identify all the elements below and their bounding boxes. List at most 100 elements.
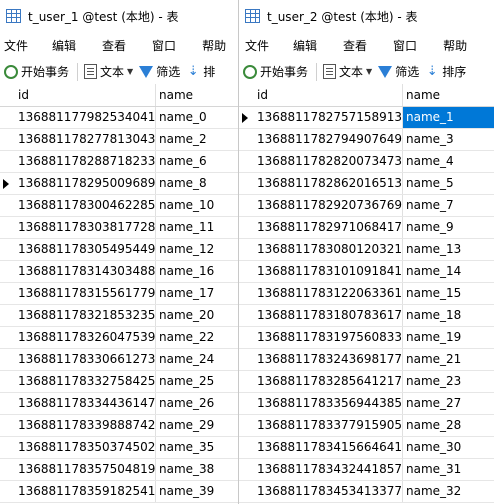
row-indicator[interactable]: [0, 459, 12, 480]
table-row[interactable]: 1368811783306612738 name_24: [0, 349, 238, 371]
cell-id[interactable]: 1368811783432441857: [251, 459, 403, 480]
table-row[interactable]: 1368811783143034882 name_16: [0, 261, 238, 283]
cell-name[interactable]: name_28: [403, 415, 494, 436]
table-row[interactable]: 1368811782757158913 name_1: [239, 107, 494, 129]
row-indicator[interactable]: [0, 437, 12, 458]
table-row[interactable]: 1368811782794907649 name_3: [239, 129, 494, 151]
cell-name[interactable]: name_8: [156, 173, 238, 194]
cell-id[interactable]: 1368811782757158913: [251, 107, 403, 128]
cell-id[interactable]: 1368811783143034882: [12, 261, 156, 282]
row-indicator[interactable]: [239, 415, 251, 436]
cell-id[interactable]: 1368811782920736769: [251, 195, 403, 216]
cell-id[interactable]: 1368811783243698177: [251, 349, 403, 370]
row-indicator[interactable]: [239, 371, 251, 392]
cell-name[interactable]: name_4: [403, 151, 494, 172]
row-indicator[interactable]: [239, 151, 251, 172]
table-row[interactable]: 1368811783004622850 name_10: [0, 195, 238, 217]
cell-name[interactable]: name_14: [403, 261, 494, 282]
cell-name[interactable]: name_1: [403, 107, 494, 128]
cell-name[interactable]: name_39: [156, 481, 238, 502]
cell-id[interactable]: 1368811782794907649: [251, 129, 403, 150]
cell-id[interactable]: 1368811783080120321: [251, 239, 403, 260]
row-indicator[interactable]: [239, 459, 251, 480]
cell-name[interactable]: name_27: [403, 393, 494, 414]
menu-edit[interactable]: 编辑: [293, 37, 317, 54]
cell-name[interactable]: name_24: [156, 349, 238, 370]
table-row[interactable]: 1368811782920736769 name_7: [239, 195, 494, 217]
begin-transaction-button[interactable]: 开始事务: [243, 63, 308, 80]
filter-button[interactable]: 筛选: [378, 63, 419, 80]
table-row[interactable]: 1368811782820073473 name_4: [239, 151, 494, 173]
table-row[interactable]: 1368811783197560833 name_19: [239, 327, 494, 349]
row-indicator[interactable]: [239, 129, 251, 150]
row-indicator[interactable]: [239, 217, 251, 238]
cell-name[interactable]: name_23: [403, 371, 494, 392]
menu-file[interactable]: 文件: [245, 37, 269, 54]
cell-id[interactable]: 1368811783356944385: [251, 393, 403, 414]
table-row[interactable]: 1368811782862016513 name_5: [239, 173, 494, 195]
cell-id[interactable]: 1368811782778130434: [12, 129, 156, 150]
cell-name[interactable]: name_6: [156, 151, 238, 172]
table-row[interactable]: 1368811783180783617 name_18: [239, 305, 494, 327]
table-row[interactable]: 1368811783327584258 name_25: [0, 371, 238, 393]
table-row[interactable]: 1368811782887182338 name_6: [0, 151, 238, 173]
row-indicator[interactable]: [239, 349, 251, 370]
cell-name[interactable]: name_21: [403, 349, 494, 370]
row-indicator[interactable]: [0, 393, 12, 414]
row-indicator[interactable]: [0, 129, 12, 150]
row-indicator[interactable]: [0, 305, 12, 326]
table-row[interactable]: 1368811782971068417 name_9: [239, 217, 494, 239]
menu-view[interactable]: 查看: [102, 37, 126, 54]
row-indicator[interactable]: [239, 327, 251, 348]
row-indicator[interactable]: [239, 107, 251, 128]
cell-id[interactable]: 1368811783575048194: [12, 459, 156, 480]
menu-window[interactable]: 窗口: [152, 37, 176, 54]
cell-name[interactable]: name_3: [403, 129, 494, 150]
menu-view[interactable]: 查看: [343, 37, 367, 54]
table-row[interactable]: 1368811783432441857 name_31: [239, 459, 494, 481]
cell-name[interactable]: name_29: [156, 415, 238, 436]
row-indicator[interactable]: [0, 283, 12, 304]
table-row[interactable]: 1368811783218532354 name_20: [0, 305, 238, 327]
cell-id[interactable]: 1368811783218532354: [12, 305, 156, 326]
cell-name[interactable]: name_30: [403, 437, 494, 458]
filter-button[interactable]: 筛选: [139, 63, 180, 80]
row-indicator[interactable]: [239, 481, 251, 502]
cell-name[interactable]: name_13: [403, 239, 494, 260]
table-row[interactable]: 1368811783575048194 name_38: [0, 459, 238, 481]
cell-name[interactable]: name_15: [403, 283, 494, 304]
menu-edit[interactable]: 编辑: [52, 37, 76, 54]
row-indicator[interactable]: [0, 327, 12, 348]
column-header-name[interactable]: name: [156, 84, 238, 106]
row-indicator[interactable]: [0, 349, 12, 370]
row-indicator[interactable]: [0, 217, 12, 238]
row-indicator[interactable]: [0, 371, 12, 392]
cell-id[interactable]: 1368811783101091841: [251, 261, 403, 282]
menu-help[interactable]: 帮助: [202, 37, 226, 54]
table-row[interactable]: 1368811783415664641 name_30: [239, 437, 494, 459]
cell-name[interactable]: name_26: [156, 393, 238, 414]
row-indicator[interactable]: [239, 437, 251, 458]
cell-id[interactable]: 1368811783398887426: [12, 415, 156, 436]
row-indicator[interactable]: [0, 151, 12, 172]
table-row[interactable]: 1368811783080120321 name_13: [239, 239, 494, 261]
menu-file[interactable]: 文件: [4, 37, 28, 54]
row-indicator[interactable]: [0, 239, 12, 260]
cell-name[interactable]: name_16: [156, 261, 238, 282]
table-row[interactable]: 1368811783054954498 name_12: [0, 239, 238, 261]
table-row[interactable]: 1368811783285641217 name_23: [239, 371, 494, 393]
table-row[interactable]: 1368811783038177282 name_11: [0, 217, 238, 239]
table-row[interactable]: 1368811782778130434 name_2: [0, 129, 238, 151]
cell-id[interactable]: 1368811783415664641: [251, 437, 403, 458]
sort-button[interactable]: ⇣ 排序: [425, 63, 466, 80]
cell-id[interactable]: 1368811783453413377: [251, 481, 403, 502]
cell-id[interactable]: 1368811783327584258: [12, 371, 156, 392]
text-button[interactable]: 文本 ▼: [323, 63, 372, 80]
row-indicator[interactable]: [0, 173, 12, 194]
table-row[interactable]: 1368811783398887426 name_29: [0, 415, 238, 437]
row-indicator[interactable]: [239, 173, 251, 194]
cell-id[interactable]: 1368811783197560833: [251, 327, 403, 348]
column-header-id[interactable]: id: [12, 84, 156, 106]
row-indicator[interactable]: [239, 261, 251, 282]
row-indicator[interactable]: [239, 239, 251, 260]
